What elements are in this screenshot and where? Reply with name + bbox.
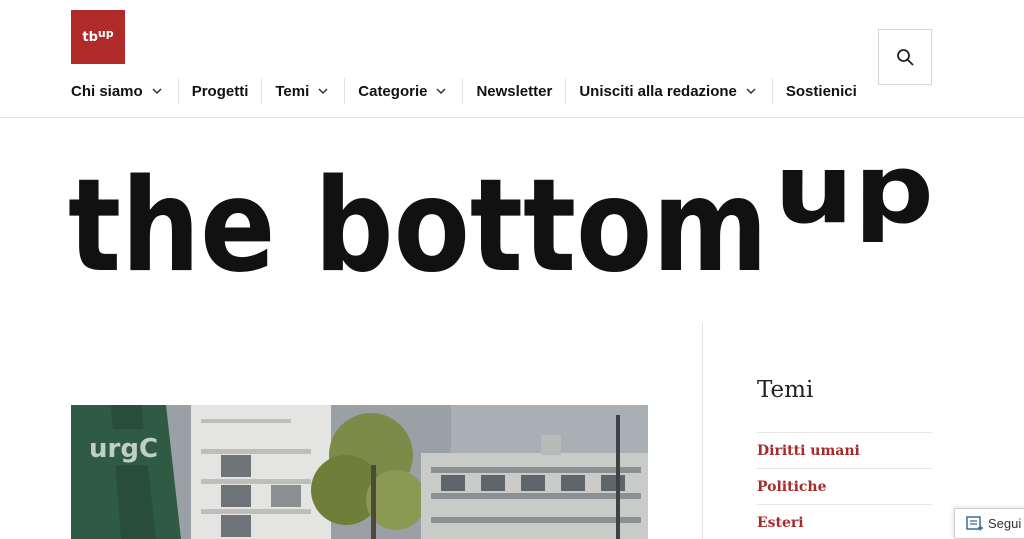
featured-article-image[interactable]: urgC bbox=[71, 405, 648, 539]
nav-item-temi[interactable]: Temi bbox=[275, 78, 328, 104]
wordmark-text: the bottom bbox=[68, 160, 768, 285]
wordmark-sup: up bbox=[774, 160, 934, 245]
search-icon bbox=[896, 48, 914, 66]
nav-item-categorie[interactable]: Categorie bbox=[358, 78, 446, 104]
nav-item-newsletter[interactable]: Newsletter bbox=[476, 78, 552, 104]
nav-item-label: Categorie bbox=[358, 82, 428, 100]
sidebar-item-politiche[interactable]: Politiche bbox=[757, 468, 932, 504]
chevron-down-icon bbox=[436, 88, 446, 94]
nav-divider bbox=[565, 78, 567, 104]
header-divider bbox=[0, 117, 1024, 118]
nav-divider bbox=[462, 78, 464, 104]
nav-item-label: Progetti bbox=[191, 82, 249, 100]
nav-item-sostienici[interactable]: Sostienici bbox=[786, 78, 857, 104]
site-logo[interactable]: tb up bbox=[71, 10, 125, 64]
follow-label: Segui bbox=[988, 516, 1022, 531]
chevron-down-icon bbox=[318, 88, 328, 94]
nav-item-chi-siamo[interactable]: Chi siamo bbox=[71, 78, 162, 104]
search-button[interactable] bbox=[878, 29, 932, 85]
nav-item-label: Sostienici bbox=[785, 82, 857, 100]
nav-item-unisciti[interactable]: Unisciti alla redazione bbox=[579, 78, 756, 104]
sidebar-divider bbox=[702, 323, 703, 539]
nav-divider bbox=[177, 78, 179, 104]
featured-photo: urgC bbox=[71, 405, 648, 539]
chevron-down-icon bbox=[746, 88, 756, 94]
logo-sup: up bbox=[97, 26, 114, 40]
nav-item-progetti[interactable]: Progetti bbox=[192, 78, 249, 104]
site-wordmark[interactable]: the bottom up bbox=[62, 160, 942, 285]
follow-button[interactable]: Segui bbox=[954, 508, 1024, 539]
nav-item-label: Newsletter bbox=[476, 82, 553, 100]
sidebar-item-esteri[interactable]: Esteri bbox=[757, 504, 932, 539]
nav-item-label: Unisciti alla redazione bbox=[579, 82, 737, 100]
nav-divider bbox=[344, 78, 346, 104]
logo-text: tb bbox=[82, 29, 98, 45]
sidebar-topic-list: Diritti umani Politiche Esteri bbox=[757, 432, 932, 539]
follow-icon bbox=[966, 515, 984, 532]
nav-divider bbox=[261, 78, 263, 104]
sidebar-item-diritti-umani[interactable]: Diritti umani bbox=[757, 432, 932, 468]
sidebar-title: Temi bbox=[757, 377, 814, 403]
nav-item-label: Chi siamo bbox=[71, 82, 143, 100]
umbrella-print: urgC bbox=[89, 434, 158, 464]
chevron-down-icon bbox=[152, 88, 162, 94]
nav-item-label: Temi bbox=[275, 82, 310, 100]
nav-divider bbox=[771, 78, 773, 104]
main-nav: Chi siamo Progetti Temi Categorie Newsle… bbox=[71, 78, 857, 104]
